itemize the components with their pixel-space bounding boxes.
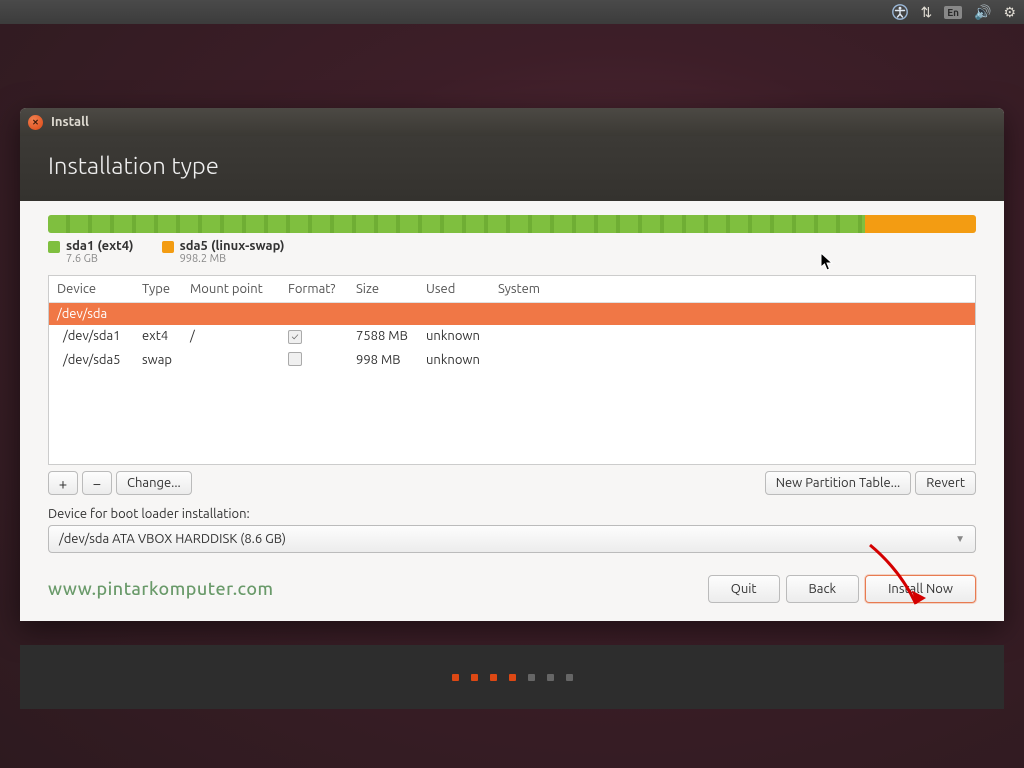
watermark-text: www.pintarkomputer.com <box>48 579 274 599</box>
legend-item-sda1: sda1 (ext4) 7.6 GB <box>48 239 134 265</box>
system-menubar: ⇅ En 🔊 ⚙ <box>0 0 1024 24</box>
pager-dot[interactable] <box>471 674 478 681</box>
window-close-button[interactable] <box>28 115 43 130</box>
window-header: Installation type <box>20 136 1004 201</box>
partition-usage-bar <box>48 215 976 233</box>
add-partition-button[interactable]: + <box>48 471 78 495</box>
partition-toolbar: + − Change... New Partition Table... Rev… <box>48 471 976 495</box>
accessibility-icon[interactable] <box>892 4 908 20</box>
pager-dot[interactable] <box>566 674 573 681</box>
pager-dot[interactable] <box>528 674 535 681</box>
network-icon[interactable]: ⇅ <box>920 4 932 21</box>
partition-bar-sda5 <box>865 215 976 233</box>
table-row-sda5[interactable]: /dev/sda5 swap 998 MB unknown <box>49 348 975 373</box>
bootloader-label: Device for boot loader installation: <box>48 507 976 521</box>
change-partition-button[interactable]: Change... <box>116 471 192 495</box>
legend-item-sda5: sda5 (linux-swap) 998.2 MB <box>162 239 285 265</box>
install-now-button[interactable]: Install Now <box>865 575 976 603</box>
legend-swatch-green <box>48 241 60 253</box>
bootloader-device-dropdown[interactable]: /dev/sda ATA VBOX HARDDISK (8.6 GB) ▼ <box>48 525 976 553</box>
pager-dot[interactable] <box>490 674 497 681</box>
footer: www.pintarkomputer.com Quit Back Install… <box>48 575 976 603</box>
volume-icon[interactable]: 🔊 <box>974 4 991 21</box>
page-heading: Installation type <box>48 152 976 179</box>
window-titlebar: Install <box>20 108 1004 136</box>
quit-button[interactable]: Quit <box>708 575 780 603</box>
pager-dot[interactable] <box>452 674 459 681</box>
table-row-sda1[interactable]: /dev/sda1 ext4 / ✓ 7588 MB unknown <box>49 325 975 348</box>
back-button[interactable]: Back <box>786 575 860 603</box>
partition-legend: sda1 (ext4) 7.6 GB sda5 (linux-swap) 998… <box>48 239 976 265</box>
revert-button[interactable]: Revert <box>915 471 976 495</box>
window-content: sda1 (ext4) 7.6 GB sda5 (linux-swap) 998… <box>20 201 1004 621</box>
keyboard-layout-indicator[interactable]: En <box>944 6 962 19</box>
legend-swatch-orange <box>162 241 174 253</box>
format-checkbox-sda5[interactable] <box>288 352 302 366</box>
table-header-row: Device Type Mount point Format? Size Use… <box>49 276 975 303</box>
bootloader-device-value: /dev/sda ATA VBOX HARDDISK (8.6 GB) <box>59 532 286 546</box>
partition-table[interactable]: Device Type Mount point Format? Size Use… <box>48 275 976 465</box>
installer-window: Install Installation type sda1 (ext4) 7.… <box>20 108 1004 621</box>
pager-dot[interactable] <box>547 674 554 681</box>
pager-dot[interactable] <box>509 674 516 681</box>
new-partition-table-button[interactable]: New Partition Table... <box>765 471 912 495</box>
table-row-sda[interactable]: /dev/sda <box>49 303 975 326</box>
format-checkbox-sda1[interactable]: ✓ <box>288 330 302 344</box>
window-title: Install <box>51 115 89 129</box>
wizard-pager <box>20 645 1004 709</box>
settings-gear-icon[interactable]: ⚙ <box>1003 4 1016 21</box>
remove-partition-button[interactable]: − <box>82 471 112 495</box>
chevron-down-icon: ▼ <box>955 533 965 545</box>
partition-bar-sda1 <box>48 215 865 233</box>
